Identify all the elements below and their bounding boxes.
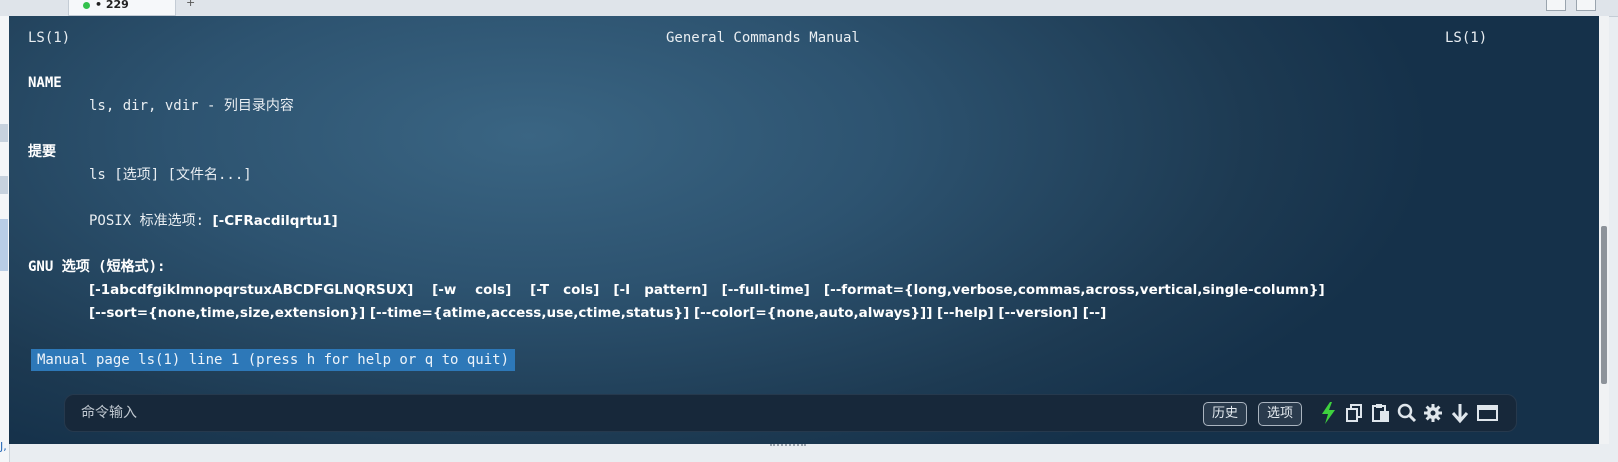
man-header-right: LS(1) (1445, 30, 1488, 46)
side-panel-selection (0, 219, 8, 271)
synopsis-line: ls [选项] [文件名...] (89, 167, 252, 183)
side-panel-marker (0, 124, 8, 142)
restore-window-button[interactable] (1546, 0, 1566, 11)
resize-grip[interactable] (770, 444, 806, 450)
window-icon[interactable] (1477, 401, 1498, 425)
gnu-options-line-2: [--sort={none,time,size,extension}] [--t… (89, 305, 1107, 321)
arrow-down-icon[interactable] (1450, 401, 1470, 425)
gnu-options-line-1: [-1abcdfgiklmnopqrstuxABCDFGLNQRSUX] [-w… (89, 282, 1325, 298)
side-panel-glyph: J, (0, 440, 7, 453)
man-header-center: General Commands Manual (666, 30, 860, 46)
paste-icon[interactable] (1371, 401, 1391, 425)
history-button[interactable]: 历史 (1203, 402, 1248, 426)
command-input[interactable] (79, 401, 1203, 425)
man-header-left: LS(1) (28, 30, 71, 46)
posix-options: [-CFRacdilqrtu1] (212, 213, 338, 229)
tab-bar: • 229 + (0, 0, 1618, 17)
posix-line: POSIX 标准选项: [-CFRacdilqrtu1] (89, 212, 338, 230)
new-tab-button[interactable]: + (186, 0, 195, 9)
gear-icon[interactable] (1423, 401, 1443, 425)
lightning-icon[interactable] (1319, 401, 1339, 425)
terminal-pane[interactable]: LS(1) General Commands Manual LS(1) NAME… (9, 16, 1609, 444)
side-panel-marker (0, 176, 8, 194)
session-tab-label: • 229 (95, 0, 129, 11)
copy-icon[interactable] (1345, 401, 1365, 425)
name-heading: NAME (28, 75, 62, 91)
close-window-button[interactable] (1576, 0, 1596, 11)
synopsis-heading: 提要 (28, 144, 56, 160)
connected-status-icon (83, 2, 90, 9)
name-text: ls, dir, vdir - 列目录内容 (89, 98, 294, 114)
pager-status-line: Manual page ls(1) line 1 (press h for he… (31, 349, 516, 371)
options-button[interactable]: 选项 (1258, 402, 1303, 426)
command-bar: 历史 选项 (64, 394, 1517, 432)
gnu-heading: GNU 选项 (短格式): (28, 259, 166, 275)
session-tab[interactable]: • 229 (68, 0, 176, 16)
terminal-scrollbar[interactable] (1599, 16, 1609, 444)
scrollbar-thumb[interactable] (1601, 226, 1607, 384)
search-icon[interactable] (1397, 401, 1417, 425)
posix-label: POSIX 标准选项: (89, 213, 213, 229)
